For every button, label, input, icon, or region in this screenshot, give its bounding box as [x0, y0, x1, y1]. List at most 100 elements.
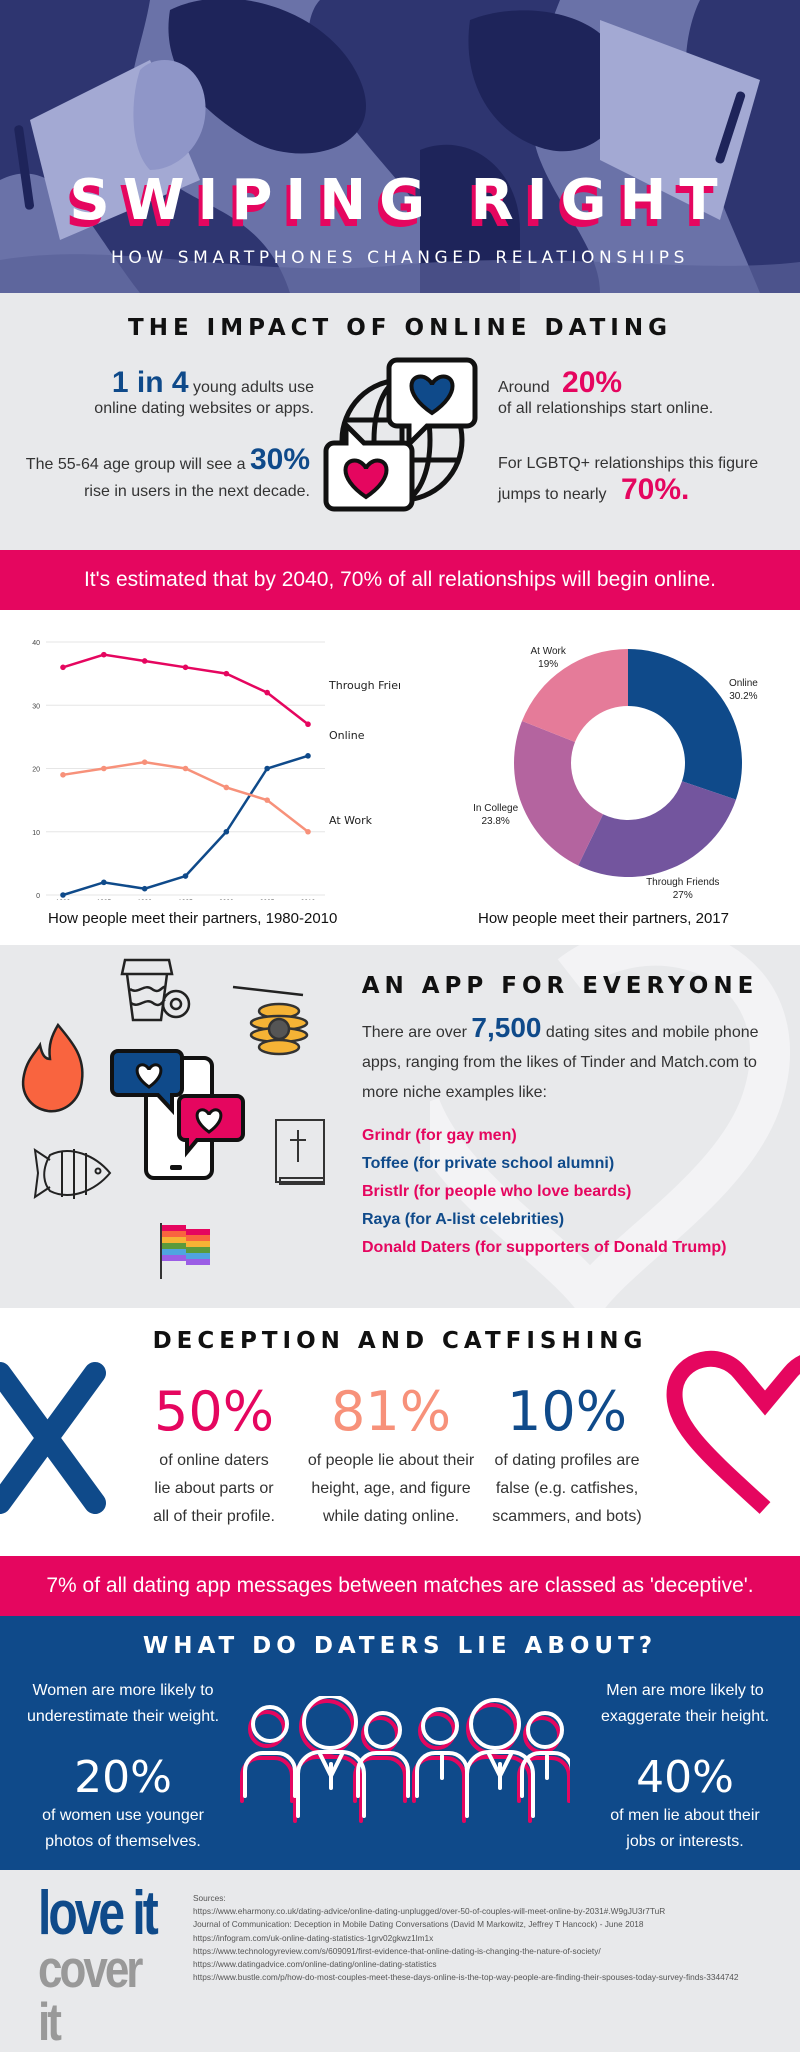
x-tick-label: 2000 — [219, 899, 234, 900]
x-tick-label: 1985 — [97, 899, 112, 900]
deception-stat-81: 81% of people lie about their height, age… — [301, 1380, 481, 1531]
deception-stat-50-value: 50% — [153, 1380, 275, 1443]
donut-chart: Online 30.2% Through Friends 27% In College 2… — [473, 646, 758, 900]
logo-line-1: love it — [38, 1879, 159, 1949]
impact-heading: THE IMPACT OF ONLINE DATING — [128, 315, 672, 341]
deception-stat-81-line: while dating online. — [322, 1508, 460, 1525]
y-tick-label: 20 — [32, 767, 40, 774]
stat-relationships-online-text: Around — [498, 379, 550, 396]
data-point — [223, 828, 230, 835]
data-point — [101, 879, 107, 886]
charts-section: 0 10 20 30 40 1980 1985 1990 1995 2000 2005 2010 Thr… — [0, 610, 800, 945]
data-point — [264, 765, 270, 772]
women-stat-text-2: underestimate their weight. — [26, 1708, 220, 1725]
app-list-item: Raya (for A-list celebrities) — [362, 1211, 565, 1228]
lies-section: WHAT DO DATERS LIE ABOUT? Women are more… — [0, 1616, 800, 1870]
stat-relationships-online-value: 20% — [562, 366, 623, 399]
brand-logo: love it cover it — [38, 1883, 168, 2049]
x-tick-label: 2010 — [301, 899, 316, 900]
apps-section: AN APP FOR EVERYONE There are over 7,500… — [0, 945, 800, 1308]
apps-heading: AN APP FOR EVERYONE — [361, 973, 759, 999]
sources-label: Sources: — [193, 1893, 226, 1903]
series-label: Online — [329, 729, 365, 742]
data-point — [264, 797, 270, 803]
stat-relationships-online: Around 20% of all relationships start on… — [498, 366, 798, 418]
source-link[interactable]: https://www.bustle.com/p/how-do-most-cou… — [193, 1971, 739, 1984]
women-stat: Women are more likely to underestimate th… — [8, 1678, 238, 1855]
source-link[interactable]: https://www.technologyreview.com/s/60909… — [193, 1945, 739, 1958]
banner-2040: It's estimated that by 2040, 70% of all … — [0, 550, 800, 610]
source-link[interactable]: https://www.eharmony.co.uk/dating-advice… — [193, 1905, 739, 1918]
footer: love it cover it Sources: https://www.eh… — [0, 1870, 800, 2049]
slice-value-label: 23.8% — [481, 816, 509, 827]
deception-heading: DECEPTION AND CATFISHING — [152, 1328, 648, 1354]
source-link[interactable]: https://www.datingadvice.com/online-dati… — [193, 1958, 739, 1971]
source-link[interactable]: Journal of Communication: Deception in M… — [193, 1918, 739, 1931]
men-stat-text: Men are more likely to — [606, 1682, 764, 1699]
data-point — [305, 721, 311, 728]
donut-chart-title: How people meet their partners, 2017 — [478, 910, 729, 927]
deception-stat-81-line: height, age, and figure — [311, 1480, 471, 1497]
series-label: Through Friends — [328, 679, 400, 692]
men-stat-desc-2: jobs or interests. — [626, 1833, 744, 1850]
cross-icon — [0, 1362, 106, 1514]
stat-lgbtq-value: 70%. — [620, 473, 690, 506]
page-title: SWIPING RIGHT SWIPING RIGHT — [65, 168, 731, 240]
banner-deceptive-messages: 7% of all dating app messages between ma… — [0, 1556, 800, 1616]
line-chart: 0 10 20 30 40 1980 1985 1990 1995 2000 2005 2010 Thr… — [32, 640, 400, 900]
data-point — [60, 772, 66, 778]
slice-value-label: 27% — [673, 890, 693, 900]
data-point — [141, 658, 148, 664]
data-point — [101, 651, 107, 658]
sources-list: Sources: https://www.eharmony.co.uk/dati… — [193, 1892, 739, 1984]
globe-chat-hearts-icon — [323, 357, 478, 512]
slice-label: At Work — [530, 646, 566, 657]
deception-stat-10-line: scammers, and bots) — [492, 1508, 642, 1525]
apps-intro: There are over 7,500 dating sites and mo… — [362, 1013, 772, 1108]
app-list-item: Grindr (for gay men) — [362, 1127, 517, 1144]
people-group-icon — [240, 1696, 570, 1823]
data-point — [223, 670, 230, 677]
stat-one-in-four-value: 1 in 4 — [111, 366, 189, 399]
lies-heading: WHAT DO DATERS LIE ABOUT? — [142, 1633, 658, 1659]
deception-stat-50-line: all of their profile. — [153, 1508, 275, 1525]
slice-label: Online — [729, 678, 758, 689]
data-point — [182, 765, 189, 772]
data-point — [101, 765, 107, 772]
stat-lgbtq: For LGBTQ+ relationships this figure jum… — [498, 455, 798, 507]
deception-stat-10-line: of dating profiles are — [494, 1452, 640, 1469]
data-point — [264, 689, 270, 696]
impact-section: THE IMPACT OF ONLINE DATING 1 in 4 young… — [0, 293, 800, 550]
data-point — [305, 828, 311, 835]
title-text: SWIPING RIGHT — [69, 168, 731, 233]
source-link[interactable]: https://infogram.com/uk-online-dating-st… — [193, 1932, 739, 1945]
rainbow-flag-icon — [160, 1223, 210, 1279]
stat-age-group-text: The 55-64 age group will see a — [25, 456, 246, 473]
data-point — [182, 664, 189, 671]
logo-line-2: cover it — [38, 1940, 143, 2052]
women-stat-text: Women are more likely to — [32, 1682, 214, 1699]
stat-age-group-text-2: rise in users in the next decade. — [84, 483, 310, 500]
deception-stat-81-line: of people lie about their — [307, 1452, 475, 1469]
coffee-cup-icon — [120, 958, 191, 1022]
y-tick-label: 10 — [32, 830, 40, 837]
apps-list: Grindr (for gay men) Toffee (for private … — [362, 1127, 782, 1267]
men-stat-desc: of men lie about their — [610, 1807, 760, 1824]
apps-intro-text: There are over — [362, 1024, 467, 1041]
stat-relationships-online-text-2: of all relationships start online. — [498, 400, 714, 417]
men-stat-text-2: exaggerate their height. — [600, 1708, 770, 1725]
slice-value-label: 30.2% — [729, 691, 757, 702]
donut-slice-online — [628, 649, 742, 800]
deception-stat-50-line: lie about parts or — [154, 1480, 274, 1497]
stat-age-group: The 55-64 age group will see a 30% rise … — [0, 443, 310, 507]
deception-stat-50: 50% of online daters lie about parts or al… — [124, 1380, 304, 1531]
stat-age-group-value: 30% — [249, 443, 310, 476]
data-point — [60, 892, 66, 898]
data-point — [182, 873, 189, 879]
app-list-item: Donald Daters (for supporters of Donald … — [362, 1239, 727, 1256]
y-tick-label: 40 — [32, 640, 40, 647]
deception-stat-50-line: of online daters — [159, 1452, 269, 1469]
data-point — [60, 664, 66, 671]
slice-value-label: 19% — [538, 659, 558, 670]
y-tick-label: 0 — [36, 893, 40, 900]
